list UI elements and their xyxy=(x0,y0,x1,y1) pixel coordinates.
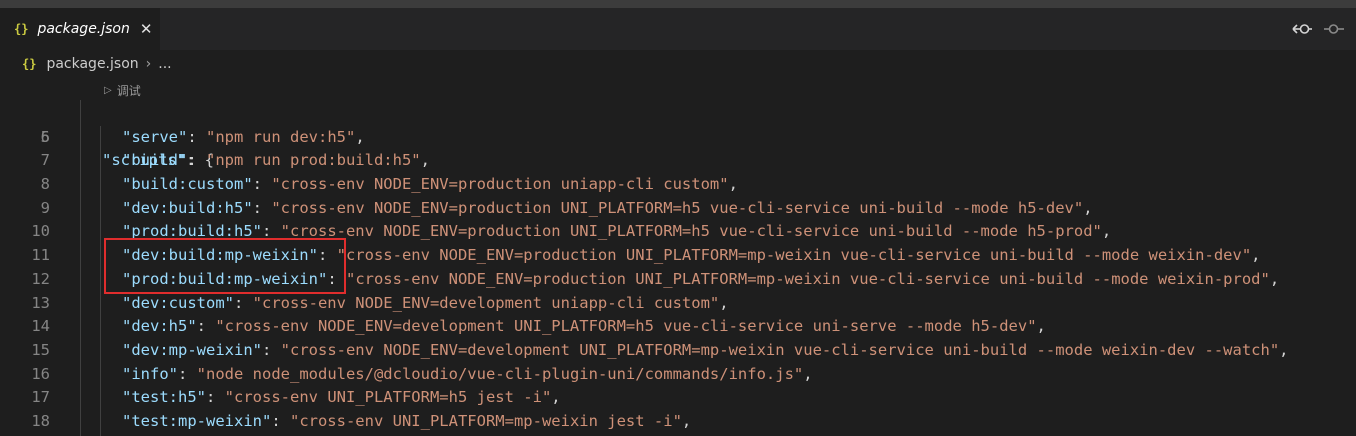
line-number: 8 xyxy=(40,175,50,194)
json-key: "test:mp-weixin" xyxy=(122,411,272,430)
json-punctuation: , xyxy=(1036,317,1046,336)
code-line: 6 "serve": "npm run dev:h5", xyxy=(0,126,1356,150)
code-line: 18 "test:mp-weixin": "cross-env UNI_PLATF… xyxy=(0,410,1356,434)
json-punctuation: , xyxy=(1083,198,1093,217)
json-key: "dev:mp-weixin" xyxy=(122,340,262,359)
json-string-value: "cross-env NODE_ENV=production UNI_PLATF… xyxy=(345,269,1270,288)
json-key: "info" xyxy=(122,364,178,383)
json-key: "dev:custom" xyxy=(122,293,234,312)
json-punctuation: : xyxy=(317,246,337,265)
line-number: 18 xyxy=(31,411,50,430)
json-string-value: "npm run dev:h5" xyxy=(206,127,356,146)
json-string-value: "cross-env NODE_ENV=development uniapp-c… xyxy=(252,293,720,312)
json-file-icon: {} xyxy=(14,22,29,36)
json-punctuation: : xyxy=(271,411,290,430)
json-punctuation: , xyxy=(551,388,561,407)
window-top-strip xyxy=(0,0,1356,8)
json-punctuation: : xyxy=(252,198,272,217)
json-punctuation: : xyxy=(327,269,346,288)
json-string-value: "cross-env NODE_ENV=production UNI_PLATF… xyxy=(280,222,1102,241)
json-punctuation: : xyxy=(261,340,281,359)
line-number: 7 xyxy=(40,151,50,170)
git-compare-prev-icon[interactable] xyxy=(1292,22,1312,36)
json-punctuation: , xyxy=(355,127,365,146)
tab-package-json[interactable]: {} package.json ✕ xyxy=(0,8,160,50)
json-punctuation: : xyxy=(206,388,225,407)
code-line: 5 "scripts": { xyxy=(0,102,1356,170)
code-line: 9 "dev:build:h5": "cross-env NODE_ENV=pro… xyxy=(0,197,1356,221)
line-number: 14 xyxy=(31,317,50,336)
json-punctuation: , xyxy=(681,411,692,430)
json-key: "dev:build:mp-weixin" xyxy=(122,246,318,265)
line-number: 12 xyxy=(31,269,50,288)
line-number: 10 xyxy=(31,222,50,241)
code-line: 14 "dev:h5": "cross-env NODE_ENV=developm… xyxy=(0,315,1356,339)
json-punctuation: : xyxy=(196,317,216,336)
json-string-value: "npm run prod:build:h5" xyxy=(206,151,421,170)
line-number: 17 xyxy=(31,388,50,407)
code-line: 15 "dev:mp-weixin": "cross-env NODE_ENV=d… xyxy=(0,339,1356,363)
json-key: "serve" xyxy=(122,127,188,146)
json-string-value: "cross-env UNI_PLATFORM=h5 jest -i" xyxy=(224,388,552,407)
line-number: 16 xyxy=(31,364,50,383)
json-punctuation: : xyxy=(187,151,206,170)
codelens-debug-label: 调试 xyxy=(116,83,141,98)
codelens-debug[interactable]: ▷ 调试 xyxy=(104,80,141,100)
json-key: "build" xyxy=(122,151,188,170)
line-number: 9 xyxy=(40,198,50,217)
json-punctuation: : xyxy=(233,293,253,312)
json-string-value: "cross-env NODE_ENV=production UNI_PLATF… xyxy=(271,198,1084,217)
json-string-value: "cross-env NODE_ENV=development UNI_PLAT… xyxy=(215,317,1037,336)
play-icon: ▷ xyxy=(104,84,112,96)
json-punctuation: : xyxy=(252,175,272,194)
close-icon[interactable]: ✕ xyxy=(140,20,153,38)
code-line: 7 "build": "npm run prod:build:h5", xyxy=(0,149,1356,173)
json-key: "prod:build:mp-weixin" xyxy=(122,269,328,288)
code-line: 11 "dev:build:mp-weixin": "cross-env NODE… xyxy=(0,244,1356,268)
json-punctuation: , xyxy=(1269,269,1280,288)
breadcrumb-file[interactable]: package.json xyxy=(46,56,138,72)
git-compare-next-icon[interactable] xyxy=(1324,22,1344,36)
json-file-icon: {} xyxy=(22,57,37,71)
json-punctuation: , xyxy=(1279,340,1289,359)
json-key: "test:h5" xyxy=(122,388,206,407)
breadcrumb-ellipsis[interactable]: ... xyxy=(158,56,171,72)
code-line: 16 "info": "node node_modules/@dcloudio/v… xyxy=(0,363,1356,387)
json-string-value: "cross-env NODE_ENV=production uniapp-cl… xyxy=(271,175,729,194)
code-line: 8 "build:custom": "cross-env NODE_ENV=pro… xyxy=(0,173,1356,197)
chevron-right-icon: › xyxy=(145,56,152,72)
json-punctuation: , xyxy=(803,364,813,383)
json-punctuation: , xyxy=(728,175,738,194)
json-string-value: "cross-env UNI_PLATFORM=mp-weixin jest -… xyxy=(289,411,682,430)
breadcrumb: {} package.json › ... xyxy=(0,50,1356,78)
json-punctuation: , xyxy=(719,293,729,312)
json-string-value: "cross-env NODE_ENV=production UNI_PLATF… xyxy=(336,246,1252,265)
tab-title: package.json xyxy=(37,21,130,37)
code-line: 12 "prod:build:mp-weixin": "cross-env NOD… xyxy=(0,268,1356,292)
json-key: "dev:h5" xyxy=(122,317,197,336)
code-line: 10 "prod:build:h5": "cross-env NODE_ENV=p… xyxy=(0,220,1356,244)
json-punctuation: , xyxy=(420,151,430,170)
code-line: 17 "test:h5": "cross-env UNI_PLATFORM=h5 … xyxy=(0,386,1356,410)
json-key: "dev:build:h5" xyxy=(122,198,253,217)
json-punctuation: , xyxy=(1251,246,1261,265)
line-number: 13 xyxy=(31,293,50,312)
tab-bar: {} package.json ✕ xyxy=(0,8,1356,50)
json-string-value: "cross-env NODE_ENV=development UNI_PLAT… xyxy=(280,340,1280,359)
json-string-value: "node node_modules/@dcloudio/vue-cli-plu… xyxy=(196,364,804,383)
line-number: 6 xyxy=(40,127,50,146)
json-punctuation: : xyxy=(187,127,206,146)
json-key: "prod:build:h5" xyxy=(122,222,262,241)
code-editor[interactable]: 5 "scripts": { 6 "serve": "npm run dev:h5… xyxy=(0,102,1356,434)
json-punctuation: : xyxy=(261,222,281,241)
json-key: "build:custom" xyxy=(122,175,253,194)
line-number: 15 xyxy=(31,340,50,359)
editor-actions xyxy=(1292,8,1356,50)
line-number: 11 xyxy=(31,246,50,265)
json-punctuation: , xyxy=(1101,222,1112,241)
code-line: 13 "dev:custom": "cross-env NODE_ENV=deve… xyxy=(0,292,1356,316)
json-punctuation: : xyxy=(178,364,197,383)
